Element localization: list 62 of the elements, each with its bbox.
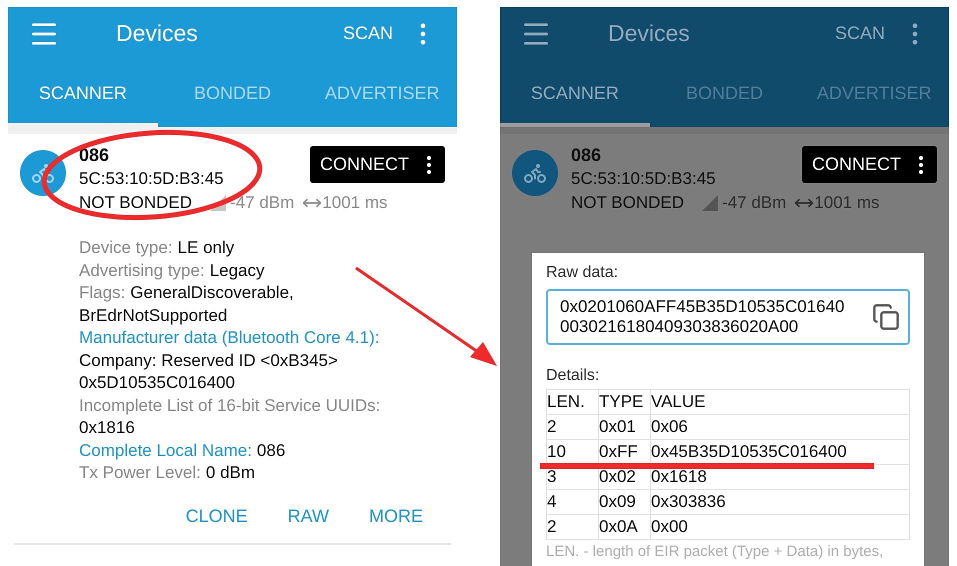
- app-title: Devices: [608, 19, 690, 48]
- rssi-text: -47 dBm: [722, 192, 786, 214]
- column-header: TYPE: [598, 390, 650, 414]
- action-link[interactable]: CLONE: [186, 502, 248, 530]
- scan-button[interactable]: SCAN: [342, 20, 393, 47]
- tab[interactable]: BONDED: [158, 60, 308, 127]
- detail-value: Company: Reserved ID <0xB345>: [79, 350, 339, 372]
- action-link[interactable]: MORE: [369, 502, 423, 530]
- interval-text: 1001 ms: [322, 192, 388, 214]
- connect-button[interactable]: CONNECT: [802, 146, 937, 183]
- detail-label: Manufacturer data (Bluetooth Core 4.1):: [79, 327, 380, 349]
- table-cell: 2: [546, 414, 598, 440]
- bike-icon: [523, 161, 547, 185]
- detail-value: LE only: [178, 237, 234, 259]
- detail-value: 0x5D10535C016400: [79, 372, 236, 394]
- action-link[interactable]: RAW: [288, 502, 329, 530]
- table-cell: 0x0A: [598, 514, 650, 540]
- device-name: 086: [79, 144, 110, 167]
- detail-value: BrEdrNotSupported: [79, 304, 228, 326]
- detail-value: Legacy: [210, 260, 265, 282]
- detail-label: Complete Local Name:: [79, 440, 252, 462]
- bond-state: NOT BONDED: [79, 192, 192, 214]
- detail-label: Incomplete List of 16-bit Service UUIDs:: [79, 394, 380, 416]
- detail-value: 086: [256, 440, 286, 462]
- device-address: 5C:53:10:5D:B3:45: [571, 168, 716, 190]
- signal-icon: [210, 195, 226, 211]
- tab[interactable]: BONDED: [650, 60, 800, 127]
- signal-icon: [702, 195, 718, 211]
- detail-label: Advertising type:: [79, 260, 205, 282]
- copy-icon[interactable]: [872, 303, 900, 331]
- raw-data-line: 0x0201060AFF45B35D10535C01640: [560, 297, 845, 317]
- detail-label: Flags:: [79, 282, 126, 304]
- device-name: 086: [571, 144, 602, 167]
- scan-button[interactable]: SCAN: [834, 20, 885, 47]
- raw-data-field[interactable]: 0x0201060AFF45B35D10535C01640 0030216180409303836020A00: [546, 289, 910, 345]
- app-title: Devices: [116, 19, 198, 48]
- bike-icon: [31, 161, 55, 185]
- detail-label: Device type:: [79, 237, 173, 259]
- detail-value: 0 dBm: [206, 462, 256, 484]
- column-header: VALUE: [650, 390, 910, 414]
- detail-value: GeneralDiscoverable,: [130, 282, 294, 304]
- table-cell: 2: [546, 514, 598, 540]
- device-address: 5C:53:10:5D:B3:45: [79, 168, 224, 190]
- table-cell: 0x09: [598, 490, 650, 514]
- table-cell: 0x01: [598, 414, 650, 440]
- table-cell: 0x303836: [650, 490, 910, 514]
- connect-button[interactable]: CONNECT: [310, 146, 445, 183]
- bond-state: NOT BONDED: [571, 192, 684, 214]
- tab[interactable]: ADVERTISER: [799, 60, 949, 127]
- raw-data-label: Raw data:: [546, 263, 620, 283]
- column-header: LEN.: [546, 390, 598, 414]
- detail-label: Tx Power Level:: [79, 462, 201, 484]
- table-cell: 0x00: [650, 514, 910, 540]
- footnote: LEN. - length of EIR packet (Type + Data) in bytes,: [546, 543, 884, 561]
- detail-value: 0x1816: [79, 417, 136, 439]
- raw-data-line: 0030216180409303836020A00: [560, 317, 800, 337]
- details-label: Details:: [546, 366, 600, 386]
- table-cell: 0x06: [650, 414, 910, 440]
- interval-text: 1001 ms: [814, 192, 880, 214]
- tab[interactable]: ADVERTISER: [307, 60, 457, 127]
- table-cell: 4: [546, 490, 598, 514]
- rssi-text: -47 dBm: [230, 192, 294, 214]
